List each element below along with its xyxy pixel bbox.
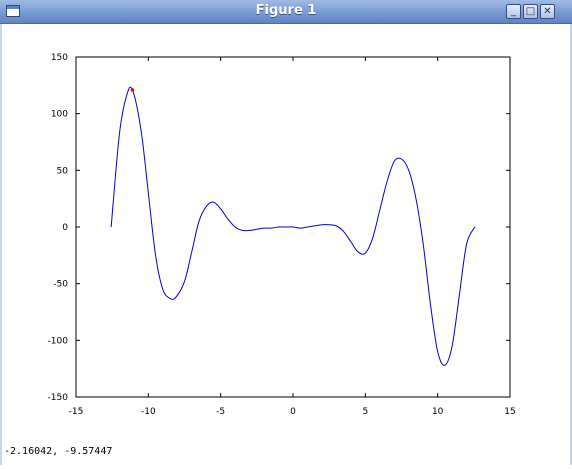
minimize-icon[interactable]: _ bbox=[506, 4, 521, 19]
x-tick-label-2: -5 bbox=[216, 407, 225, 417]
plot-area[interactable]: -15 -10 -5 0 5 10 15150100500-50-100-150 bbox=[2, 24, 570, 465]
window-title: Figure 1 bbox=[255, 3, 317, 18]
y-tick-label-1: 100 bbox=[51, 110, 68, 120]
close-icon[interactable]: ✕ bbox=[540, 4, 555, 19]
selected-point-marker bbox=[130, 88, 135, 92]
x-tick-label-0: -15 bbox=[69, 407, 84, 417]
series-line-0 bbox=[110, 86, 476, 366]
x-tick-label-3: 0 bbox=[290, 407, 296, 417]
maximize-icon[interactable]: □ bbox=[523, 4, 538, 19]
x-tick-label-4: 5 bbox=[362, 407, 368, 417]
pointer-coordinates: -2.16042, -9.57447 bbox=[4, 446, 113, 457]
y-tick-label-6: -150 bbox=[48, 393, 69, 403]
window-titlebar[interactable]: Figure 1 _ □ ✕ bbox=[0, 0, 572, 24]
y-tick-label-4: -50 bbox=[53, 280, 68, 290]
y-tick-label-5: -100 bbox=[48, 336, 69, 346]
x-tick-label-1: -10 bbox=[141, 407, 156, 417]
x-tick-label-6: 15 bbox=[504, 407, 515, 417]
y-tick-label-3: 0 bbox=[62, 223, 68, 233]
y-tick-label-0: 150 bbox=[51, 53, 68, 63]
x-tick-label-5: 10 bbox=[432, 407, 444, 417]
figure-canvas[interactable]: -15 -10 -5 0 5 10 15 150 100 50 0 -50 -100 -150 bbox=[2, 24, 570, 465]
y-tick-label-2: 50 bbox=[57, 166, 69, 176]
